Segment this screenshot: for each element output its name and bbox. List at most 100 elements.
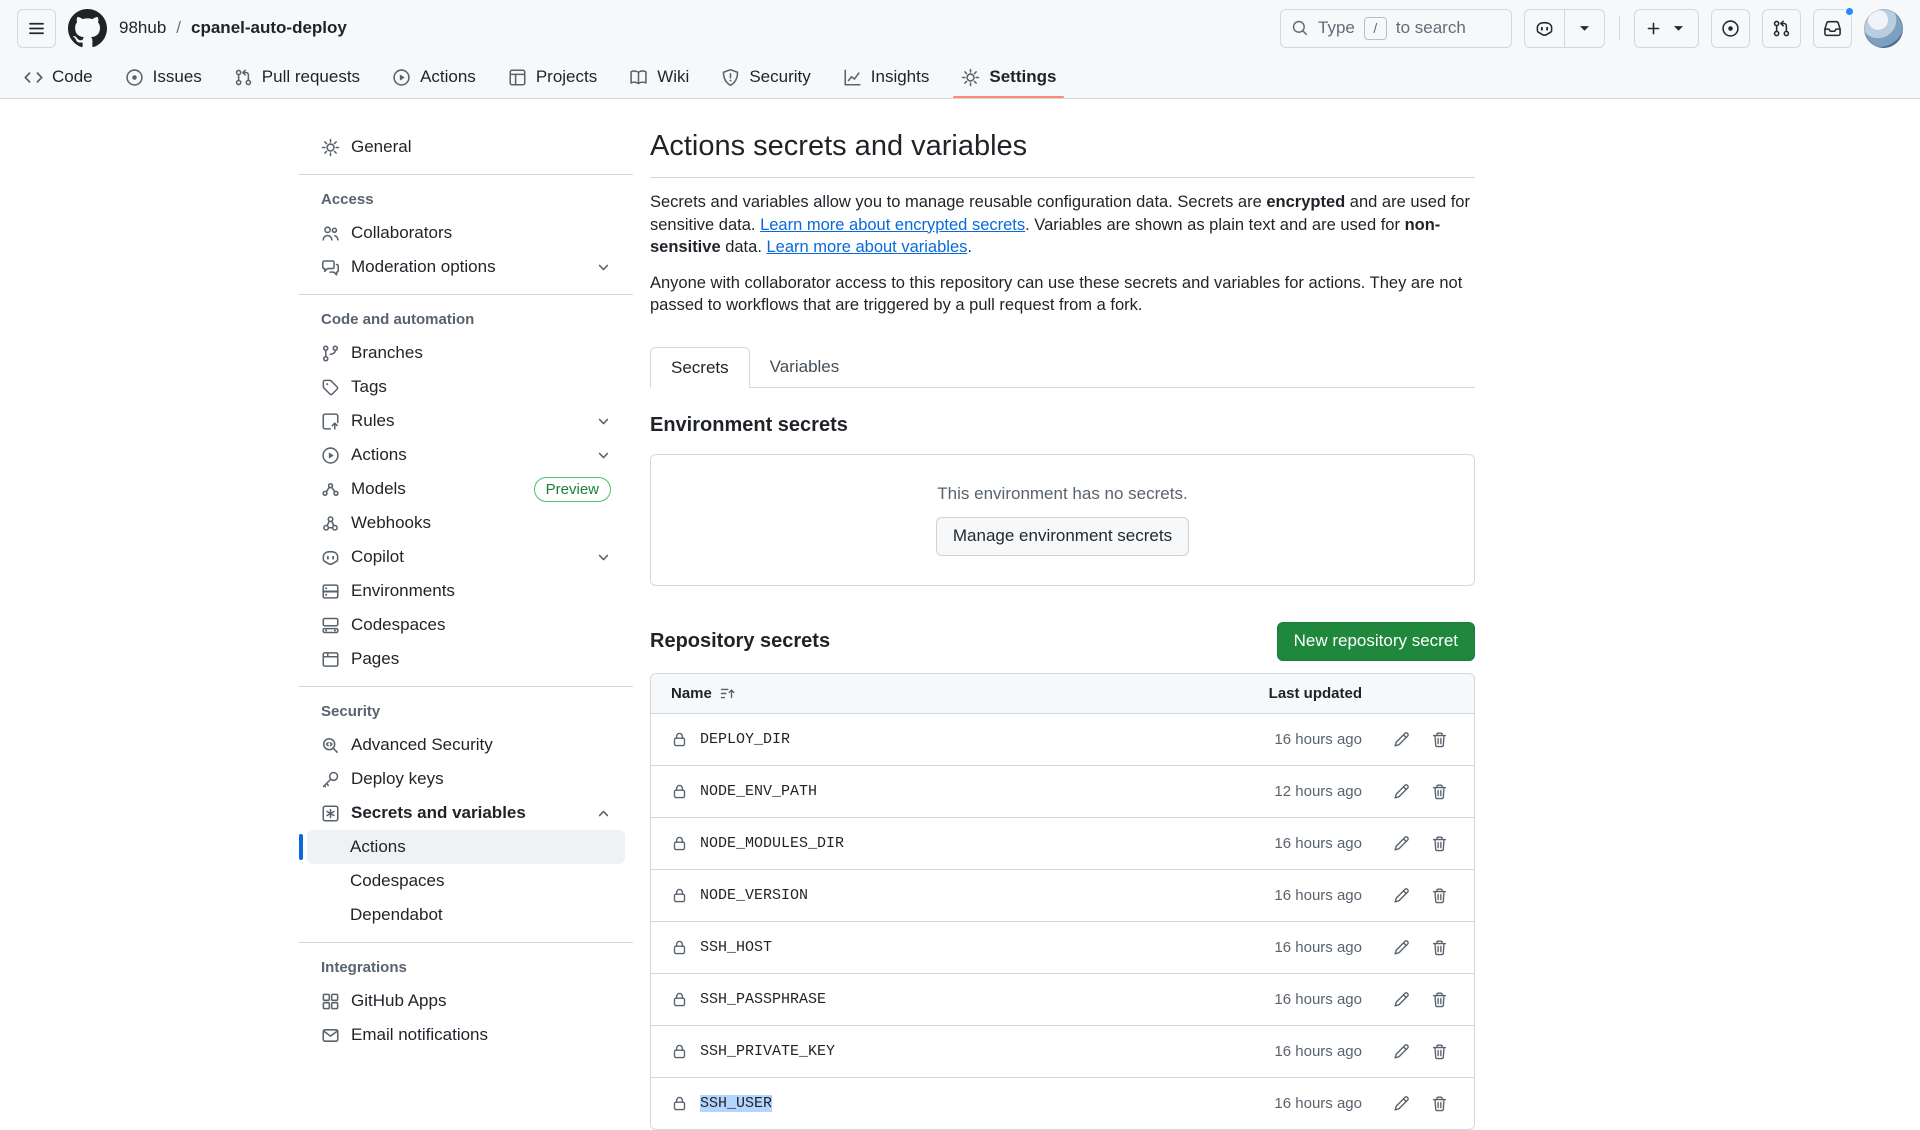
trash-icon xyxy=(1431,835,1448,852)
tab-issues[interactable]: Issues xyxy=(111,56,216,98)
sidebar-item-environments[interactable]: Environments xyxy=(307,574,625,608)
sidebar-subitem-actions[interactable]: Actions xyxy=(307,830,625,864)
edit-secret-button[interactable] xyxy=(1386,1036,1416,1066)
sidebar-item-secrets-and-variables[interactable]: Secrets and variables xyxy=(307,796,625,830)
search-input[interactable]: Type / to search xyxy=(1280,9,1512,48)
delete-secret-button[interactable] xyxy=(1424,984,1454,1014)
sidebar-subitem-codespaces[interactable]: Codespaces xyxy=(307,864,625,898)
table-header-row: Name Last updated xyxy=(651,674,1474,713)
sidebar-item-codespaces[interactable]: Codespaces xyxy=(307,608,625,642)
secret-updated: 12 hours ago xyxy=(1274,783,1362,800)
edit-secret-button[interactable] xyxy=(1386,932,1416,962)
sidebar-item-label: Codespaces xyxy=(350,871,445,891)
trash-icon xyxy=(1431,991,1448,1008)
new-repository-secret-button[interactable]: New repository secret xyxy=(1277,622,1475,661)
sidebar-item-general[interactable]: General xyxy=(307,130,625,164)
tab-projects[interactable]: Projects xyxy=(494,56,611,98)
lock-icon xyxy=(671,887,688,904)
tab-actions[interactable]: Actions xyxy=(378,56,490,98)
sidebar-item-label: Rules xyxy=(351,411,394,431)
issue-opened-icon xyxy=(1721,19,1740,38)
trash-icon xyxy=(1431,1043,1448,1060)
secret-row: SSH_PASSPHRASE 16 hours ago xyxy=(651,973,1474,1025)
delete-secret-button[interactable] xyxy=(1424,776,1454,806)
breadcrumb-repo[interactable]: cpanel-auto-deploy xyxy=(191,18,347,38)
pull-requests-header-button[interactable] xyxy=(1762,9,1801,48)
sidebar-item-github-apps[interactable]: GitHub Apps xyxy=(307,984,625,1018)
delete-secret-button[interactable] xyxy=(1424,1088,1454,1118)
tab-wiki[interactable]: Wiki xyxy=(615,56,703,98)
link-learn-variables[interactable]: Learn more about variables xyxy=(767,238,968,256)
issues-header-button[interactable] xyxy=(1711,9,1750,48)
environment-empty-text: This environment has no secrets. xyxy=(937,484,1187,504)
sidebar-item-pages[interactable]: Pages xyxy=(307,642,625,676)
hamburger-menu-button[interactable] xyxy=(17,9,56,48)
delete-secret-button[interactable] xyxy=(1424,1036,1454,1066)
edit-secret-button[interactable] xyxy=(1386,880,1416,910)
intro-text-span: data. xyxy=(721,238,767,256)
pencil-icon xyxy=(1393,783,1410,800)
sidebar-item-tags[interactable]: Tags xyxy=(307,370,625,404)
edit-secret-button[interactable] xyxy=(1386,776,1416,806)
user-avatar[interactable] xyxy=(1864,9,1903,48)
trash-icon xyxy=(1431,783,1448,800)
sidebar-item-email-notifications[interactable]: Email notifications xyxy=(307,1018,625,1052)
sidebar-item-moderation-options[interactable]: Moderation options xyxy=(307,250,625,284)
edit-secret-button[interactable] xyxy=(1386,724,1416,754)
sidebar-subitem-dependabot[interactable]: Dependabot xyxy=(307,898,625,932)
sidebar-item-advanced-security[interactable]: Advanced Security xyxy=(307,728,625,762)
delete-secret-button[interactable] xyxy=(1424,932,1454,962)
breadcrumb-owner[interactable]: 98hub xyxy=(119,18,166,38)
secret-name-selected: SSH_USER xyxy=(700,1095,772,1112)
sidebar-item-branches[interactable]: Branches xyxy=(307,336,625,370)
trash-icon xyxy=(1431,731,1448,748)
tab-label: Code xyxy=(52,67,93,87)
sidebar-item-deploy-keys[interactable]: Deploy keys xyxy=(307,762,625,796)
issue-opened-icon xyxy=(125,68,144,87)
inbox-button[interactable] xyxy=(1813,9,1852,48)
tab-secrets[interactable]: Secrets xyxy=(650,347,750,388)
mail-icon xyxy=(321,1026,340,1045)
people-icon xyxy=(321,224,340,243)
secret-name: NODE_VERSION xyxy=(700,887,808,904)
sidebar-item-copilot[interactable]: Copilot xyxy=(307,540,625,574)
chevron-down-icon xyxy=(596,550,611,565)
copilot-button[interactable] xyxy=(1525,10,1564,47)
row-actions xyxy=(1386,828,1454,858)
copilot-dropdown-button[interactable] xyxy=(1564,10,1604,47)
sidebar-item-collaborators[interactable]: Collaborators xyxy=(307,216,625,250)
sort-ascending-icon[interactable] xyxy=(719,685,736,702)
tab-variables[interactable]: Variables xyxy=(750,347,860,388)
secret-updated: 16 hours ago xyxy=(1274,731,1362,748)
tab-security[interactable]: Security xyxy=(707,56,824,98)
column-header-name[interactable]: Name xyxy=(671,685,712,702)
tab-label: Projects xyxy=(536,67,597,87)
tab-label: Settings xyxy=(989,67,1056,87)
secret-updated: 16 hours ago xyxy=(1274,1095,1362,1112)
link-learn-encrypted-secrets[interactable]: Learn more about encrypted secrets xyxy=(760,216,1025,234)
secret-row: SSH_HOST 16 hours ago xyxy=(651,921,1474,973)
row-actions xyxy=(1386,1088,1454,1118)
github-logo-icon[interactable] xyxy=(68,9,107,48)
edit-secret-button[interactable] xyxy=(1386,1088,1416,1118)
sidebar-item-label: Secrets and variables xyxy=(351,803,526,823)
secret-name: NODE_MODULES_DIR xyxy=(700,835,844,852)
slash-key-hint: / xyxy=(1364,17,1387,40)
delete-secret-button[interactable] xyxy=(1424,880,1454,910)
delete-secret-button[interactable] xyxy=(1424,828,1454,858)
tab-settings[interactable]: Settings xyxy=(947,56,1070,98)
sidebar-item-webhooks[interactable]: Webhooks xyxy=(307,506,625,540)
manage-environment-secrets-button[interactable]: Manage environment secrets xyxy=(936,517,1189,556)
create-new-button[interactable] xyxy=(1635,10,1698,47)
tab-pull-requests[interactable]: Pull requests xyxy=(220,56,374,98)
sidebar-item-rules[interactable]: Rules xyxy=(307,404,625,438)
edit-secret-button[interactable] xyxy=(1386,984,1416,1014)
row-actions xyxy=(1386,880,1454,910)
sidebar-item-actions[interactable]: Actions xyxy=(307,438,625,472)
delete-secret-button[interactable] xyxy=(1424,724,1454,754)
edit-secret-button[interactable] xyxy=(1386,828,1416,858)
secret-row: NODE_VERSION 16 hours ago xyxy=(651,869,1474,921)
sidebar-item-models[interactable]: Models Preview xyxy=(307,472,625,506)
tab-code[interactable]: Code xyxy=(10,56,107,98)
tab-insights[interactable]: Insights xyxy=(829,56,944,98)
